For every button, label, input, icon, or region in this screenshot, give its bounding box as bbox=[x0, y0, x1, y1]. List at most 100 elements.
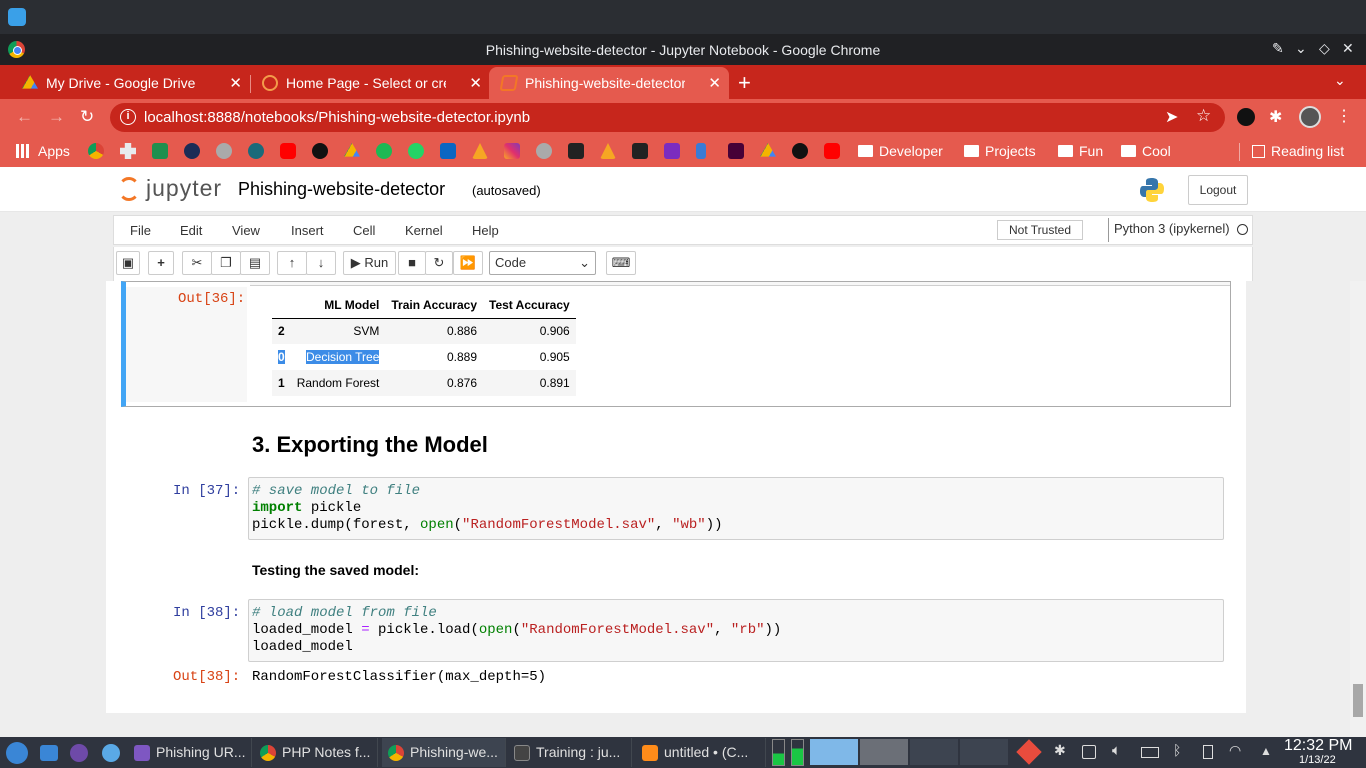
extensions-icon[interactable]: ✱ bbox=[1269, 107, 1282, 127]
youtube-bookmark-icon[interactable] bbox=[280, 143, 296, 159]
address-bar[interactable]: i localhost:8888/notebooks/Phishing-webs… bbox=[110, 103, 1225, 132]
restart-button[interactable]: ↻ bbox=[425, 251, 453, 275]
whatsapp-bookmark-icon[interactable] bbox=[408, 143, 424, 159]
minimize-icon[interactable]: ⌄ bbox=[1295, 40, 1307, 57]
code-cell-37[interactable]: # save model to file import pickle pickl… bbox=[248, 477, 1224, 540]
jupyter-logo[interactable]: jupyter bbox=[118, 175, 222, 202]
menu-insert[interactable]: Insert bbox=[291, 223, 324, 238]
bookmark-folder-developer[interactable]: Developer bbox=[858, 143, 943, 159]
bluetooth-tray-icon[interactable]: ✱ bbox=[1054, 742, 1068, 758]
clock-time[interactable]: 12:32 PM bbox=[1284, 737, 1352, 755]
spotify-bookmark-icon[interactable] bbox=[376, 143, 392, 159]
reload-icon[interactable]: ↻ bbox=[80, 107, 94, 127]
github-launcher-icon[interactable] bbox=[70, 744, 88, 762]
menu-view[interactable]: View bbox=[232, 223, 260, 238]
apps-bookmark[interactable]: Apps bbox=[16, 143, 70, 159]
maximize-icon[interactable]: ◇ bbox=[1319, 40, 1330, 57]
linkedin-bookmark-icon[interactable] bbox=[440, 143, 456, 159]
run-button[interactable]: ▶ Run bbox=[343, 251, 396, 275]
profile-avatar[interactable] bbox=[1299, 106, 1321, 128]
start-menu-icon[interactable] bbox=[6, 742, 28, 764]
site-bookmark-icon[interactable] bbox=[248, 143, 264, 159]
insert-cell-button[interactable]: + bbox=[148, 251, 174, 275]
menu-help[interactable]: Help bbox=[472, 223, 499, 238]
clipboard-tray-icon[interactable] bbox=[1082, 745, 1096, 759]
github-bookmark-icon[interactable] bbox=[312, 143, 328, 159]
reading-list-button[interactable]: Reading list bbox=[1252, 143, 1344, 159]
more-menu-icon[interactable]: ⋮ bbox=[1336, 106, 1352, 126]
save-button[interactable]: ▣ bbox=[116, 251, 140, 275]
bluetooth-icon[interactable]: ᛒ bbox=[1173, 742, 1187, 758]
logout-button[interactable]: Logout bbox=[1188, 175, 1248, 205]
tab-search-icon[interactable]: ⌄ bbox=[1334, 72, 1346, 89]
globe-bookmark-icon[interactable] bbox=[216, 143, 232, 159]
move-down-button[interactable]: ↓ bbox=[306, 251, 336, 275]
tab-google-drive[interactable]: My Drive - Google Drive ✕ bbox=[10, 67, 250, 99]
paste-button[interactable]: ▤ bbox=[240, 251, 270, 275]
restart-run-all-button[interactable]: ⏩ bbox=[453, 251, 483, 275]
cell-type-select[interactable]: Code ⌄ bbox=[489, 251, 596, 275]
usb-tray-icon[interactable] bbox=[1203, 745, 1213, 759]
notebook-name[interactable]: Phishing-website-detector bbox=[238, 179, 445, 200]
close-tab-icon[interactable]: ✕ bbox=[229, 74, 242, 92]
bookmark-folder-projects[interactable]: Projects bbox=[964, 143, 1036, 159]
task-phishing-url[interactable]: Phishing UR... bbox=[128, 738, 252, 767]
k-bookmark-icon[interactable] bbox=[696, 143, 706, 159]
new-tab-button[interactable]: + bbox=[738, 70, 751, 96]
workspace-3[interactable] bbox=[910, 739, 958, 765]
workspace-4[interactable] bbox=[960, 739, 1008, 765]
vscode-launcher-icon[interactable] bbox=[40, 745, 58, 761]
copy-button[interactable]: ❐ bbox=[211, 251, 241, 275]
code-cell-38[interactable]: # load model from file loaded_model = pi… bbox=[248, 599, 1224, 662]
move-up-button[interactable]: ↑ bbox=[277, 251, 307, 275]
terminal-bookmark-icon[interactable] bbox=[568, 143, 584, 159]
app-launcher-icon-2[interactable] bbox=[102, 744, 120, 762]
bookmark-star-icon[interactable]: ☆ bbox=[1196, 106, 1211, 126]
chrome-bookmark-icon[interactable] bbox=[88, 143, 104, 159]
bolt-bookmark-icon[interactable] bbox=[792, 143, 808, 159]
cut-button[interactable]: ✂ bbox=[182, 251, 212, 275]
tab-home-page[interactable]: Home Page - Select or crea ✕ bbox=[250, 67, 490, 99]
youtube-bookmark-icon-2[interactable] bbox=[824, 143, 840, 159]
workspace-1[interactable] bbox=[810, 739, 858, 765]
instagram-bookmark-icon[interactable] bbox=[504, 143, 520, 159]
command-palette-button[interactable]: ⌨ bbox=[606, 251, 636, 275]
back-icon[interactable]: ← bbox=[16, 107, 33, 127]
bookmark-folder-fun[interactable]: Fun bbox=[1058, 143, 1103, 159]
sheets-bookmark-icon[interactable] bbox=[152, 143, 168, 159]
task-sublime[interactable]: untitled • (C... bbox=[636, 738, 766, 767]
menu-edit[interactable]: Edit bbox=[180, 223, 202, 238]
tab-phishing-detector[interactable]: Phishing-website-detector ✕ bbox=[489, 67, 729, 99]
anydesk-tray-icon[interactable] bbox=[1016, 739, 1042, 765]
bookmark-folder-cool[interactable]: Cool bbox=[1121, 143, 1171, 159]
pin-icon[interactable]: ✎ bbox=[1272, 40, 1284, 57]
scrollbar-thumb[interactable] bbox=[1353, 684, 1363, 717]
battery-tray-icon[interactable] bbox=[1141, 747, 1159, 758]
app-bookmark-icon[interactable] bbox=[184, 143, 200, 159]
globe-bookmark-icon-2[interactable] bbox=[536, 143, 552, 159]
send-icon[interactable]: ➤ bbox=[1165, 107, 1178, 127]
task-training[interactable]: Training : ju... bbox=[508, 738, 632, 767]
terminal-bookmark-icon-2[interactable] bbox=[632, 143, 648, 159]
task-php-notes[interactable]: PHP Notes f... bbox=[254, 738, 378, 767]
page-scrollbar[interactable] bbox=[1350, 281, 1366, 737]
app-launcher-icon[interactable] bbox=[8, 8, 26, 26]
volume-tray-icon[interactable]: 🔈︎ bbox=[1112, 742, 1126, 759]
menu-kernel[interactable]: Kernel bbox=[405, 223, 443, 238]
menu-file[interactable]: File bbox=[130, 223, 151, 238]
xd-bookmark-icon[interactable] bbox=[728, 143, 744, 159]
interrupt-button[interactable]: ■ bbox=[398, 251, 426, 275]
wifi-tray-icon[interactable]: ◠ bbox=[1229, 742, 1243, 758]
m-bookmark-icon[interactable] bbox=[664, 143, 680, 159]
close-tab-icon[interactable]: ✕ bbox=[708, 74, 721, 92]
workspace-2[interactable] bbox=[860, 739, 908, 765]
close-tab-icon[interactable]: ✕ bbox=[469, 74, 482, 92]
forward-icon[interactable]: → bbox=[48, 107, 65, 127]
menu-cell[interactable]: Cell bbox=[353, 223, 375, 238]
close-window-icon[interactable]: ✕ bbox=[1342, 40, 1354, 57]
task-phishing-website[interactable]: Phishing-we... bbox=[382, 738, 506, 767]
tray-expand-icon[interactable]: ▲ bbox=[1260, 744, 1274, 758]
tiktok-extension-icon[interactable] bbox=[1237, 108, 1255, 126]
selected-cell[interactable]: Out[36]: ML Model Train Accuracy Test Ac… bbox=[121, 281, 1231, 407]
trust-status-button[interactable]: Not Trusted bbox=[997, 220, 1083, 240]
